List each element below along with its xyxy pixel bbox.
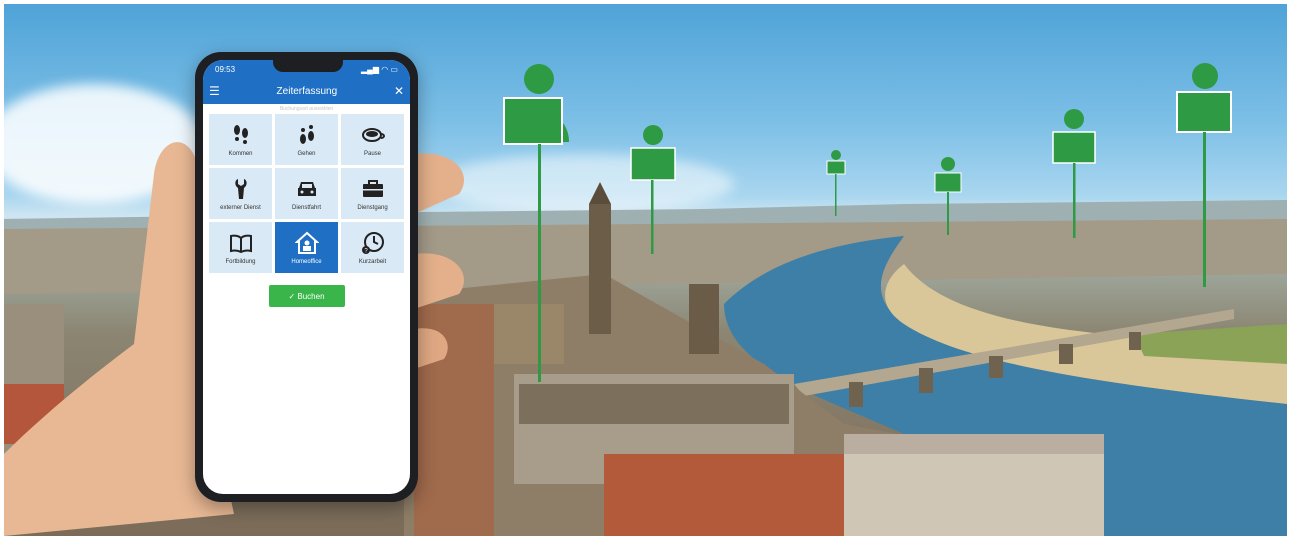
tile-label: Fortbildung: [225, 258, 256, 265]
coffee-cup-icon: [361, 127, 385, 142]
red-roof: [604, 454, 844, 536]
smartphone: 09:53 ▂▄▆ ◠ ▭ ☰ Zeiterfassung ✕ Buchungs…: [195, 52, 418, 502]
selection-hint: Buchungsart auswählen: [279, 106, 334, 112]
briefcase-icon: [362, 179, 383, 197]
tile-kurzarbeit[interactable]: ? Kurzarbeit: [341, 222, 404, 273]
remote-worker-pin: [934, 157, 962, 235]
app-title: Zeiterfassung: [276, 85, 338, 97]
footsteps-icon: [233, 124, 248, 144]
app-bar: ☰ Zeiterfassung ✕: [203, 78, 410, 104]
tile-dienstgang[interactable]: Dienstgang: [341, 168, 404, 219]
car-icon: [297, 181, 316, 196]
remote-worker-pin: [630, 125, 676, 254]
remote-worker-pin: [503, 64, 569, 382]
footsteps-icon: [299, 124, 314, 144]
home-user-icon: [294, 231, 319, 254]
status-time: 09:53: [215, 64, 236, 74]
wrench-icon: [234, 178, 247, 199]
tile-label: Pause: [363, 150, 381, 157]
tile-pause[interactable]: Pause: [341, 114, 404, 165]
tile-fortbildung[interactable]: Fortbildung: [209, 222, 272, 273]
status-icons: ▂▄▆ ◠ ▭: [361, 64, 398, 74]
tile-externer-dienst[interactable]: externer Dienst: [209, 168, 272, 219]
tile-label: Dienstfahrt: [291, 204, 321, 211]
tile-gehen[interactable]: Gehen: [275, 114, 338, 165]
phone-notch: [273, 60, 343, 72]
tile-label: Kurzarbeit: [358, 258, 387, 265]
tile-label: Kommen: [228, 150, 253, 157]
phone-screen: 09:53 ▂▄▆ ◠ ▭ ☰ Zeiterfassung ✕ Buchungs…: [203, 60, 410, 494]
hofkirche-tower: [589, 204, 611, 334]
hero-image: 09:53 ▂▄▆ ◠ ▭ ☰ Zeiterfassung ✕ Buchungs…: [4, 4, 1287, 536]
booking-type-grid: Kommen Gehen Pause externer Dienst Diens…: [203, 114, 410, 273]
tile-label: externer Dienst: [220, 204, 261, 211]
clock-icon: ?: [361, 231, 384, 254]
book-button[interactable]: ✓ Buchen: [268, 285, 345, 307]
roof: [519, 384, 789, 424]
menu-icon[interactable]: ☰: [209, 84, 220, 98]
tile-label: Gehen: [297, 150, 316, 157]
roof: [844, 434, 1104, 454]
tile-homeoffice[interactable]: Homeoffice: [275, 222, 338, 273]
tile-label: Homeoffice: [291, 258, 322, 265]
tower-spire: [589, 182, 611, 204]
tile-kommen[interactable]: Kommen: [209, 114, 272, 165]
tile-dienstfahrt[interactable]: Dienstfahrt: [275, 168, 338, 219]
remote-worker-pin: [826, 150, 846, 216]
dome-tower: [689, 284, 719, 354]
remote-worker-pin: [1052, 109, 1096, 238]
close-icon[interactable]: ✕: [394, 84, 404, 98]
remote-worker-pin: [1176, 63, 1232, 287]
tile-label: Dienstgang: [357, 204, 388, 211]
book-icon: [229, 234, 252, 253]
